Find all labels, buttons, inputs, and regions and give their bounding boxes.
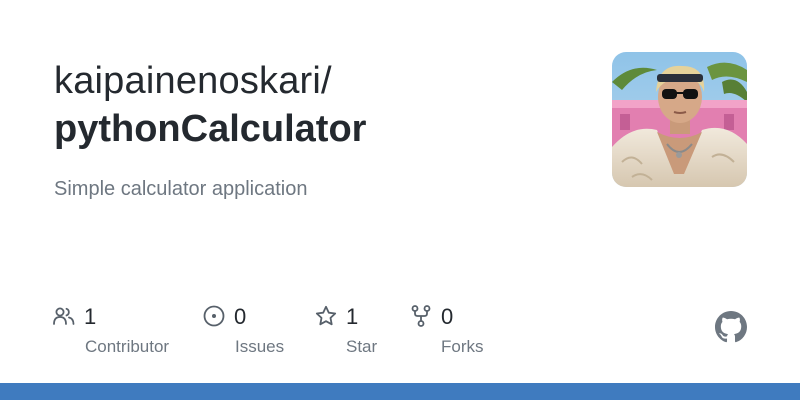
contributors-label: Contributor [85, 337, 170, 356]
github-logo-icon[interactable] [715, 311, 747, 343]
star-icon [315, 305, 337, 326]
stars-label: Star [346, 337, 378, 356]
issues-count: 0 [234, 304, 247, 329]
repo-description: Simple calculator application [54, 178, 308, 200]
forks-label: Forks [441, 337, 484, 356]
repo-forked-icon [411, 305, 431, 327]
avatar-image [612, 52, 747, 187]
stars-count: 1 [346, 304, 359, 329]
repo-social-card: kaipainenoskari/ pythonCalculator Simple… [0, 0, 800, 400]
repo-owner[interactable]: kaipainenoskari/ [54, 58, 332, 104]
issues-label: Issues [235, 337, 285, 356]
contributors-count: 1 [84, 304, 97, 329]
owner-avatar[interactable] [612, 52, 747, 187]
issue-opened-icon [203, 305, 225, 327]
forks-count: 0 [441, 304, 454, 329]
people-icon [53, 307, 75, 325]
language-color-bar [0, 383, 800, 400]
repo-name[interactable]: pythonCalculator [54, 106, 366, 152]
